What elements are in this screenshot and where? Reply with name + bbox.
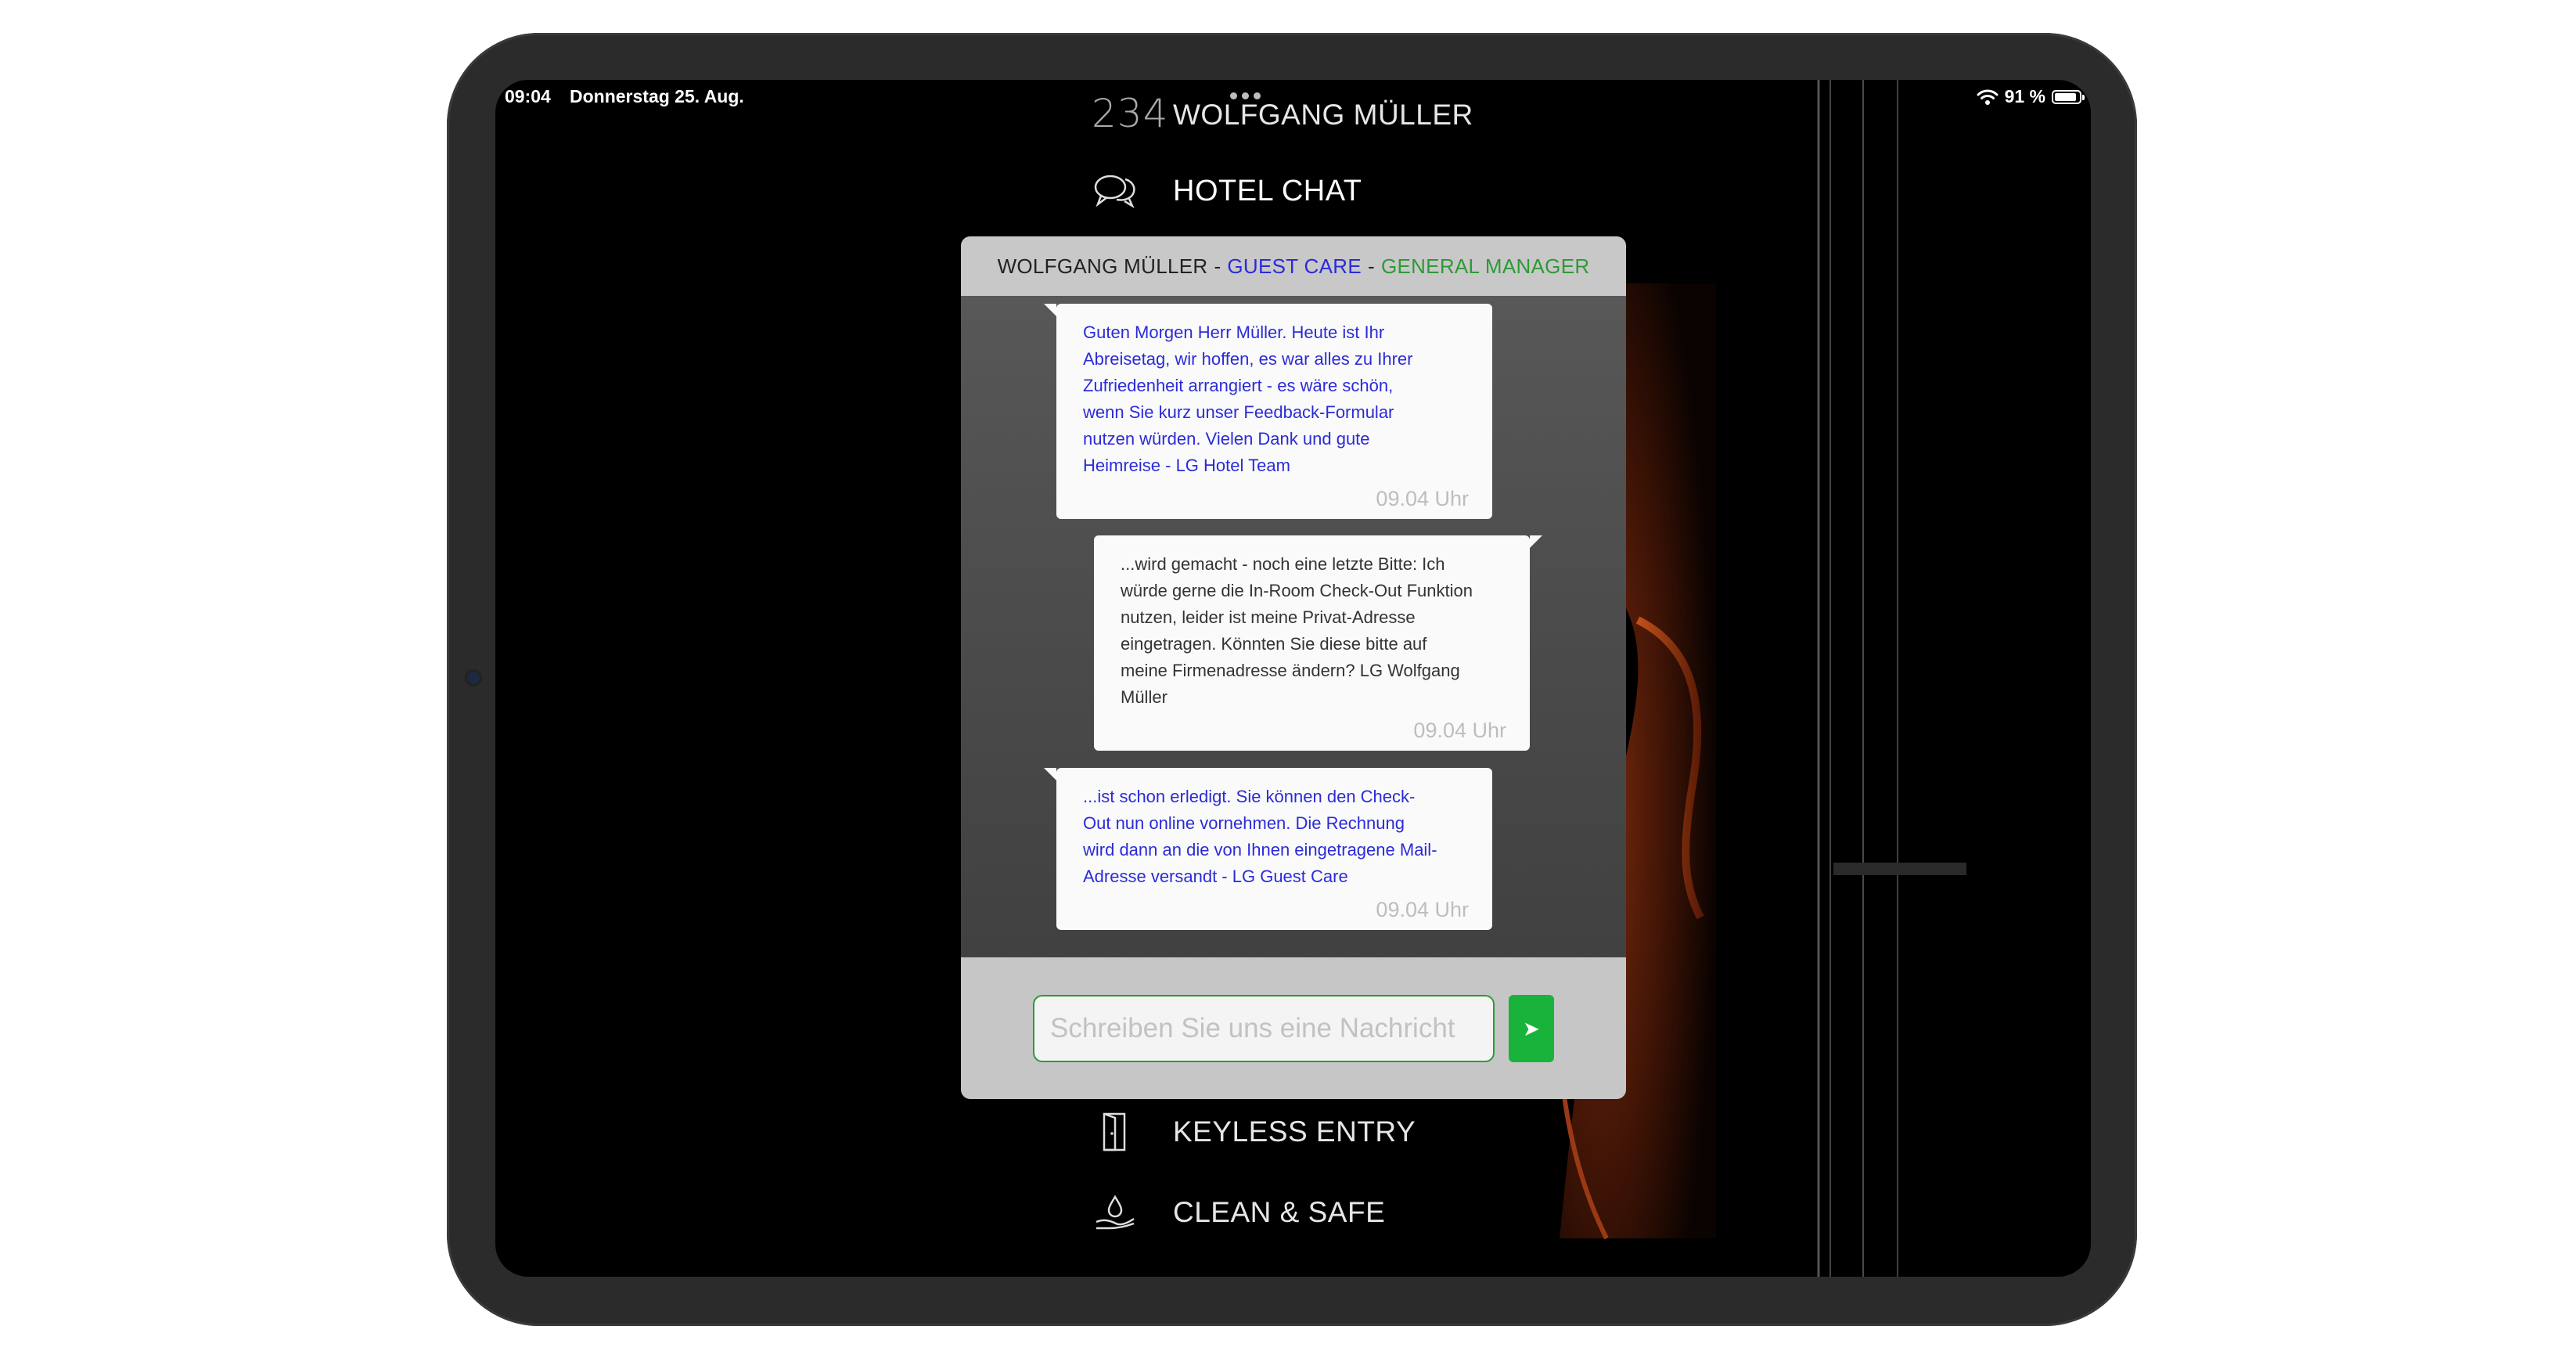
chat-header-name: WOLFGANG MÜLLER [997, 254, 1208, 278]
front-camera [467, 672, 480, 684]
chat-header-separator: - [1367, 254, 1375, 278]
chat-message-text: ...ist schon erledigt. Sie können den Ch… [1083, 787, 1437, 886]
menu-item-hotel-chat[interactable]: HOTEL CHAT [1092, 171, 1362, 211]
chat-message-time: 09.04 Uhr [1413, 719, 1506, 742]
chat-header-department: GUEST CARE [1227, 254, 1362, 278]
status-date: Donnerstag 25. Aug. [570, 86, 744, 106]
app-screen: 09:04 Donnerstag 25. Aug. 91 % 234 WOLFG… [495, 80, 2091, 1277]
chat-input-area: ➤ [961, 957, 1626, 1099]
chat-panel: WOLFGANG MÜLLER - GUEST CARE - GENERAL M… [961, 236, 1626, 1099]
status-indicators: 91 % [1977, 86, 2085, 107]
menu-item-clean-safe[interactable]: CLEAN & SAFE [1092, 1192, 1385, 1233]
chat-message-time: 09.04 Uhr [1376, 487, 1469, 510]
room-number: 234 [1092, 91, 1169, 136]
chat-message-guest: ...wird gemacht - noch eine letzte Bitte… [1094, 535, 1542, 751]
chat-message-hotel: Guten Morgen Herr Müller. Heute ist Ihr … [1044, 304, 1492, 519]
send-button[interactable]: ➤ [1509, 995, 1554, 1062]
send-arrow-icon: ➤ [1523, 1016, 1540, 1040]
status-time: 09:04 [505, 86, 551, 106]
chat-message-time: 09.04 Uhr [1376, 898, 1469, 921]
chat-header-role: GENERAL MANAGER [1380, 254, 1590, 278]
chat-header: WOLFGANG MÜLLER - GUEST CARE - GENERAL M… [961, 236, 1626, 296]
chat-message-hotel: ...ist schon erledigt. Sie können den Ch… [1044, 768, 1492, 930]
message-input[interactable] [1033, 995, 1495, 1062]
battery-icon [2052, 89, 2085, 104]
chat-bubbles-icon [1092, 171, 1139, 211]
menu-item-keyless-entry[interactable]: KEYLESS ENTRY [1092, 1112, 1416, 1152]
water-drop-hand-icon [1092, 1192, 1139, 1233]
guest-name: WOLFGANG MÜLLER [1173, 99, 1473, 131]
menu-label-hotel-chat: HOTEL CHAT [1173, 174, 1362, 207]
menu-label-keyless-entry: KEYLESS ENTRY [1173, 1115, 1416, 1148]
door-icon [1092, 1112, 1139, 1152]
wifi-icon [1977, 89, 1999, 105]
menu-label-clean-safe: CLEAN & SAFE [1173, 1196, 1386, 1228]
chat-message-text: ...wird gemacht - noch eine letzte Bitte… [1121, 554, 1473, 707]
battery-percent: 91 % [2004, 86, 2045, 106]
chat-header-separator: - [1214, 254, 1221, 278]
chat-message-text: Guten Morgen Herr Müller. Heute ist Ihr … [1083, 323, 1413, 475]
